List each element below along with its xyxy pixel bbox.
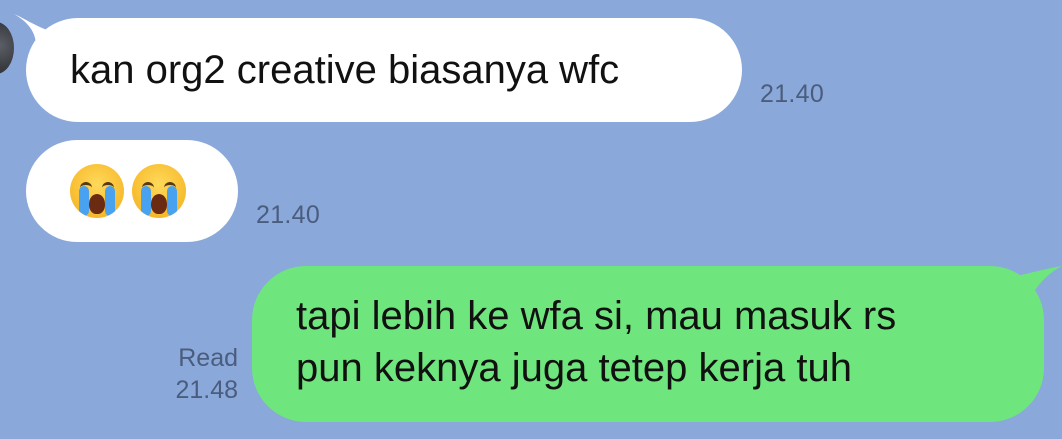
message-timestamp: 21.40 — [256, 201, 321, 229]
read-status: Read — [178, 344, 238, 372]
message-text: kan org2 creative biasanya wfc — [70, 48, 620, 92]
message-bubble-incoming-emoji[interactable] — [26, 140, 238, 242]
message-timestamp: 21.48 — [175, 376, 238, 404]
message-text-line: pun keknya juga tetep kerja tuh — [296, 346, 852, 390]
loudly-crying-face-icon — [132, 164, 186, 218]
message-meta: Read 21.48 — [158, 342, 238, 406]
loudly-crying-face-icon — [70, 164, 124, 218]
message-timestamp: 21.40 — [760, 80, 825, 108]
message-bubble-incoming[interactable]: kan org2 creative biasanya wfc — [26, 18, 742, 122]
message-bubble-outgoing[interactable]: tapi lebih ke wfa si, mau masuk rs pun k… — [252, 266, 1044, 422]
sender-avatar[interactable] — [0, 22, 14, 74]
message-text-line: tapi lebih ke wfa si, mau masuk rs — [296, 294, 897, 338]
